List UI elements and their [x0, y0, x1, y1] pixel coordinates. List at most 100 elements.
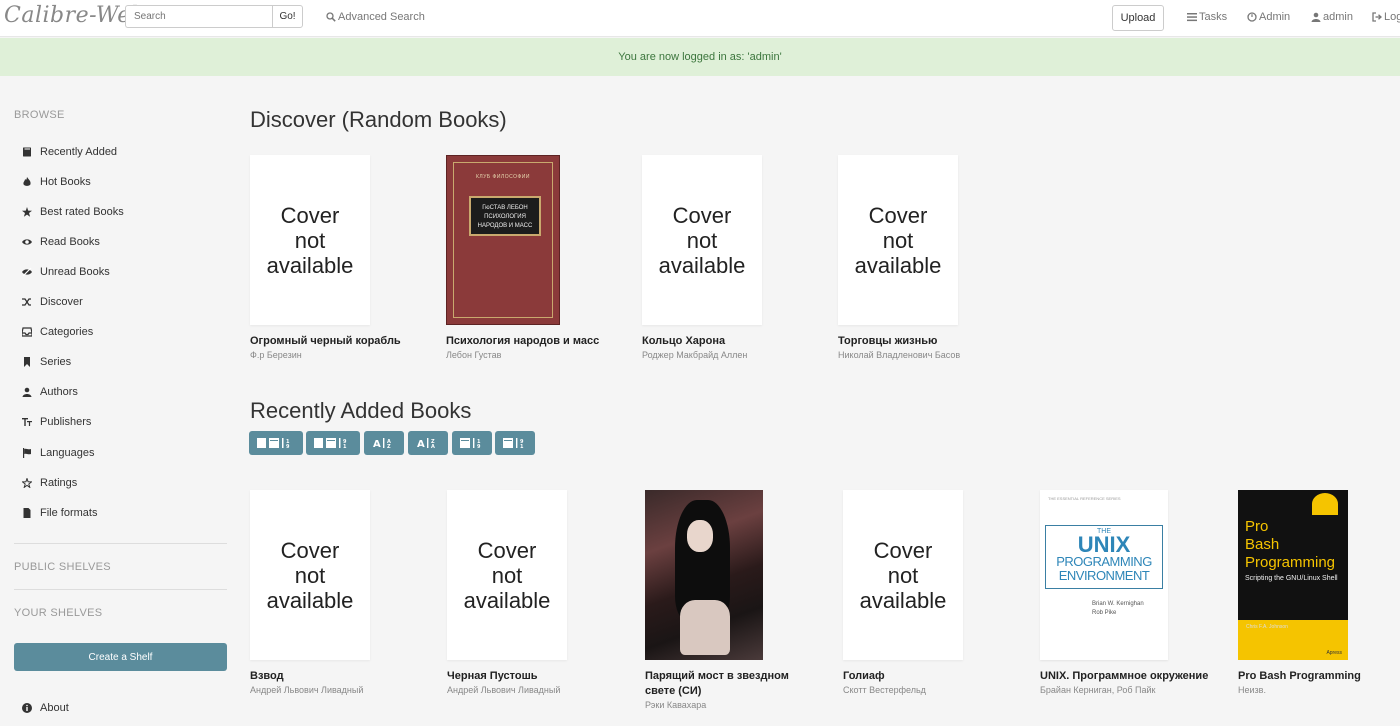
book-cover-image[interactable]: КЛУБ ФИЛОСОФИИ ГюСТАВ ЛЕБОН ПСИХОЛОГИЯ Н…	[446, 155, 560, 325]
title-za-icon: A ZA	[417, 438, 435, 449]
cover-frame	[453, 162, 553, 318]
sort-date-oldest-button[interactable]: 91	[306, 431, 360, 455]
sidebar-item-languages[interactable]: Languages	[22, 447, 94, 459]
sort-title-az-button[interactable]: AAZ	[364, 431, 404, 455]
cover-subtitle: Scripting the GNU/Linux Shell	[1245, 575, 1338, 582]
cover-series-text: THE ESSENTIAL REFERENCE SERIES	[1048, 496, 1121, 501]
file-icon	[22, 508, 32, 518]
sidebar-item-unread-books[interactable]: Unread Books	[22, 266, 110, 278]
star-icon	[22, 207, 32, 217]
book-title[interactable]: Парящий мост в звездном свете (СИ)	[645, 669, 805, 699]
title-az-icon: A AZ	[373, 438, 391, 449]
sidebar-item-ratings[interactable]: Ratings	[22, 477, 77, 489]
admin-panel-link[interactable]: Admin	[1247, 11, 1290, 23]
cover-title-box: THE UNIX PROGRAMMING ENVIRONMENT	[1045, 525, 1163, 589]
cover-series-text: КЛУБ ФИЛОСОФИИ	[476, 174, 530, 180]
sidebar-item-best-rated[interactable]: Best rated Books	[22, 206, 124, 218]
book-author[interactable]: Рэки Кавахара	[645, 700, 805, 710]
sort-date-newest-button[interactable]: 19	[249, 431, 303, 455]
book-author[interactable]: Андрей Львович Ливадный	[447, 685, 647, 695]
create-shelf-button[interactable]: Create a Shelf	[14, 643, 227, 671]
fire-icon	[22, 177, 32, 187]
sidebar-item-categories[interactable]: Categories	[22, 326, 93, 338]
search-go-button[interactable]: Go!	[272, 5, 303, 28]
sidebar-item-read-books[interactable]: Read Books	[22, 236, 100, 248]
book-title[interactable]: Торговцы жизнью	[838, 334, 1038, 349]
sidebar: BROWSE Recently Added Hot Books Best rat…	[0, 76, 240, 726]
cover-publisher: Apress	[1326, 650, 1342, 656]
login-flash-message: You are now logged in as: 'admin'	[0, 38, 1400, 76]
user-icon	[22, 387, 32, 397]
book-card[interactable]: Парящий мост в звездном свете (СИ) Рэки …	[645, 490, 805, 710]
date-new-icon: 19	[257, 438, 290, 449]
book-author[interactable]: Брайан Керниган, Роб Пайк	[1040, 685, 1240, 695]
book-cover-placeholder[interactable]: Cover not available	[250, 490, 370, 660]
sidebar-item-discover[interactable]: Discover	[22, 296, 83, 308]
book-card[interactable]: Cover not available Кольцо Харона Роджер М…	[642, 155, 842, 360]
sidebar-item-series[interactable]: Series	[22, 356, 71, 368]
sort-pubdate-newest-button[interactable]: 19	[452, 431, 492, 455]
book-card[interactable]: Cover not available Черная Пустошь Андрей …	[447, 490, 647, 695]
book-title[interactable]: UNIX. Программное окружение	[1040, 669, 1240, 684]
book-card[interactable]: Cover not available Взвод Андрей Львович Л…	[250, 490, 450, 695]
svg-text:9: 9	[477, 444, 481, 449]
your-shelves-header: YOUR SHELVES	[14, 607, 103, 619]
svg-text:A: A	[431, 444, 435, 449]
book-card[interactable]: THE ESSENTIAL REFERENCE SERIES THE UNIX …	[1040, 490, 1240, 695]
sidebar-item-publishers[interactable]: Publishers	[22, 416, 91, 428]
cover-authors: Brian W. Kernighan Rob Pike	[1092, 601, 1144, 616]
book-title[interactable]: Черная Пустошь	[447, 669, 647, 684]
book-author[interactable]: Ф.р Березин	[250, 350, 450, 360]
book-cover-placeholder[interactable]: Cover not available	[642, 155, 762, 325]
book-card[interactable]: Cover not available Огромный черный корабл…	[250, 155, 450, 360]
flag-icon	[22, 448, 32, 458]
sort-title-za-button[interactable]: AZA	[408, 431, 448, 455]
book-title[interactable]: Кольцо Харона	[642, 334, 842, 349]
book-author[interactable]: Роджер Макбрайд Аллен	[642, 350, 842, 360]
book-title[interactable]: Взвод	[250, 669, 450, 684]
pubdate-new-icon: 19	[460, 438, 481, 449]
book-author[interactable]: Андрей Львович Ливадный	[250, 685, 450, 695]
book-author[interactable]: Николай Владленович Басов	[838, 350, 1038, 360]
book-cover-placeholder[interactable]: Cover not available	[447, 490, 567, 660]
date-old-icon: 91	[314, 438, 347, 449]
sidebar-item-recently-added[interactable]: Recently Added	[22, 146, 117, 158]
book-cover-placeholder[interactable]: Cover not available	[838, 155, 958, 325]
random-icon	[22, 297, 32, 307]
cover-title-plate: ГюСТАВ ЛЕБОН ПСИХОЛОГИЯ НАРОДОВ И МАСС	[469, 196, 541, 236]
book-card[interactable]: КЛУБ ФИЛОСОФИИ ГюСТАВ ЛЕБОН ПСИХОЛОГИЯ Н…	[446, 155, 646, 360]
tasks-link[interactable]: Tasks	[1187, 11, 1227, 23]
book-title[interactable]: Pro Bash Programming	[1238, 669, 1398, 684]
book-card[interactable]: Cover not available Торговцы жизнью Никола…	[838, 155, 1038, 360]
advanced-search-link[interactable]: Advanced Search	[326, 11, 425, 23]
svg-text:9: 9	[286, 444, 290, 449]
sort-pubdate-oldest-button[interactable]: 91	[495, 431, 535, 455]
sidebar-item-file-formats[interactable]: File formats	[22, 507, 97, 519]
upload-button[interactable]: Upload	[1112, 5, 1164, 31]
book-card[interactable]: Cover not available Голиаф Скотт Вестерфел…	[843, 490, 1043, 695]
book-card[interactable]: Pro Bash Programming Scripting the GNU/L…	[1238, 490, 1398, 695]
cover-title: Pro Bash Programming	[1245, 518, 1336, 571]
book-cover-image[interactable]: THE ESSENTIAL REFERENCE SERIES THE UNIX …	[1040, 490, 1168, 660]
book-icon	[22, 147, 32, 157]
sidebar-item-hot-books[interactable]: Hot Books	[22, 176, 91, 188]
book-cover-image[interactable]	[645, 490, 763, 660]
book-author[interactable]: Скотт Вестерфельд	[843, 685, 1043, 695]
pubdate-old-icon: 91	[503, 438, 524, 449]
book-cover-placeholder[interactable]: Cover not available	[250, 155, 370, 325]
book-cover-image[interactable]: Pro Bash Programming Scripting the GNU/L…	[1238, 490, 1348, 660]
sidebar-item-authors[interactable]: Authors	[22, 386, 78, 398]
book-title[interactable]: Голиаф	[843, 669, 1043, 684]
cover-badge	[1312, 493, 1338, 515]
user-profile-link[interactable]: admin	[1311, 11, 1353, 23]
sidebar-item-about[interactable]: About	[22, 702, 69, 714]
search-input[interactable]	[125, 5, 273, 28]
book-author[interactable]: Неизв.	[1238, 685, 1398, 695]
text-size-icon	[22, 417, 32, 427]
book-cover-placeholder[interactable]: Cover not available	[843, 490, 963, 660]
book-title[interactable]: Психология народов и масс	[446, 334, 646, 349]
book-title[interactable]: Огромный черный корабль	[250, 334, 450, 349]
book-author[interactable]: Лебон Густав	[446, 350, 646, 360]
logout-link[interactable]: Log	[1372, 11, 1400, 23]
sidebar-divider	[14, 589, 227, 590]
